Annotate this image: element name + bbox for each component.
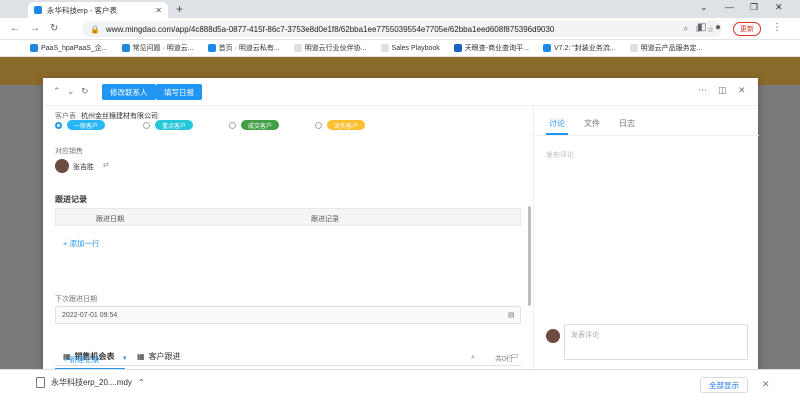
- radio-lost[interactable]: [315, 122, 322, 129]
- option-pill[interactable]: 重点客户: [155, 120, 194, 130]
- download-bar: 永华科技erp_20....mdy ⌃ 全部显示 ✕: [0, 369, 800, 400]
- tab-files[interactable]: 文件: [584, 118, 600, 129]
- edit-contact-button[interactable]: 修改联系人: [102, 84, 156, 100]
- app-favicon-icon: [34, 6, 42, 14]
- radio-closed[interactable]: [229, 122, 236, 129]
- show-all-button[interactable]: 全部显示: [700, 377, 748, 393]
- avatar: [55, 159, 69, 173]
- forward-icon[interactable]: →: [30, 23, 40, 34]
- url-text: www.mingdao.com/app/4c888d5a-0877-415f-8…: [105, 24, 555, 34]
- update-button[interactable]: 更新: [733, 22, 761, 36]
- next-followup-field[interactable]: 2022-07-01 09:54 ▤: [55, 306, 521, 324]
- comment-input[interactable]: 发表评论: [564, 324, 748, 360]
- download-filename: 永华科技erp_20....mdy: [51, 378, 132, 387]
- reload-icon[interactable]: ↻: [50, 23, 58, 34]
- close-icon[interactable]: ✕: [762, 379, 770, 390]
- tab-discussion[interactable]: 讨论: [549, 118, 565, 129]
- page-icon: [380, 44, 389, 52]
- option-pill[interactable]: 成交客户: [241, 120, 280, 130]
- followup-title: 跟进记录: [55, 195, 87, 204]
- browser-toolbar: ← → ↻ 🔒 www.mingdao.com/app/4c888d5a-087…: [0, 18, 800, 40]
- address-bar[interactable]: 🔒 www.mingdao.com/app/4c888d5a-0877-415f…: [82, 21, 722, 37]
- bookmark-item[interactable]: 明道云产品服务定...: [629, 43, 702, 53]
- date-value: 2022-07-01 09:54: [62, 312, 118, 319]
- maximize-icon[interactable]: ❐: [750, 2, 758, 13]
- tab-customer-followup[interactable]: ▦ 客户跟进: [137, 351, 181, 362]
- bookmark-item[interactable]: 首页 · 明道云私有...: [207, 43, 280, 53]
- close-icon[interactable]: ✕: [738, 85, 746, 96]
- post-comment-hint: 发布评论: [546, 152, 574, 159]
- window-close-icon[interactable]: ✕: [775, 2, 783, 13]
- dropdown-icon[interactable]: ▾: [123, 354, 127, 362]
- refresh-icon[interactable]: ↻: [81, 86, 89, 97]
- avatar: [546, 329, 560, 343]
- bookmark-icon: [30, 44, 38, 52]
- bookmarks-bar: PaaS_hpaPaaS_企... 常见问题 · 明道云... 首页 · 明道云…: [0, 40, 800, 57]
- browser-tab-title: 永华科技erp - 客户表: [47, 5, 118, 15]
- star-icon[interactable]: ☆: [707, 25, 714, 34]
- search-icon[interactable]: ⌕: [684, 24, 688, 34]
- scrollbar[interactable]: [528, 206, 531, 306]
- option-pill[interactable]: 流失客户: [327, 120, 366, 130]
- dialog-toolbar: ⌃ ⌄ ↻ 修改联系人 填写日报 ⋯ ◫ ✕: [43, 78, 758, 106]
- profile-icon[interactable]: ●: [715, 22, 721, 33]
- radio-key[interactable]: [143, 122, 150, 129]
- followup-table-header: 跟进日期 跟进记录: [55, 208, 521, 226]
- bookmark-item[interactable]: V7.2: "封装业务流...: [542, 43, 616, 53]
- minimize-icon[interactable]: —: [725, 2, 734, 12]
- menu-icon[interactable]: ⋮: [772, 22, 782, 33]
- table-icon: ▦: [137, 352, 145, 361]
- browser-tab[interactable]: 永华科技erp - 客户表 ✕: [28, 2, 168, 18]
- tab-log[interactable]: 日志: [619, 118, 635, 129]
- bookmark-item[interactable]: Sales Playbook: [380, 44, 440, 52]
- next-followup-label: 下次跟进日期: [55, 296, 97, 303]
- write-log-button[interactable]: 填写日报: [156, 84, 202, 100]
- add-row-button[interactable]: + 添加一行: [63, 238, 99, 249]
- option-pill[interactable]: 一般客户: [67, 120, 106, 130]
- new-record-button[interactable]: + 新建记录: [63, 354, 99, 365]
- lock-icon[interactable]: 🔒: [90, 25, 100, 34]
- bookmark-icon: [453, 44, 462, 52]
- discussion-panel: 讨论 文件 日志 发布评论 发表评论: [533, 106, 759, 369]
- divider: [534, 135, 759, 136]
- panel-toggle-icon[interactable]: ◫: [718, 85, 727, 96]
- bookmark-item[interactable]: 天眼查-商业查询平...: [453, 43, 529, 53]
- more-icon[interactable]: ⋯: [698, 85, 707, 96]
- comment-placeholder: 发表评论: [571, 332, 599, 339]
- bookmark-icon: [542, 44, 551, 52]
- page-icon: [629, 44, 638, 52]
- bookmark-item[interactable]: 明道云行业伙伴协...: [293, 43, 367, 53]
- search-icon[interactable]: ⌕: [471, 354, 475, 362]
- bookmark-item[interactable]: 常见问题 · 明道云...: [121, 43, 194, 53]
- record-dialog: ⌃ ⌄ ↻ 修改联系人 填写日报 ⋯ ◫ ✕ 客户表 杭州金丝猴建材有限公司 一…: [43, 78, 759, 369]
- download-item[interactable]: 永华科技erp_20....mdy ⌃: [36, 377, 145, 388]
- bookmark-icon: [121, 44, 130, 52]
- sales-label: 对应销售: [55, 148, 83, 155]
- tab-search-icon[interactable]: ⌄: [700, 2, 708, 13]
- radio-general[interactable]: [55, 122, 62, 129]
- bookmark-icon: [207, 44, 216, 52]
- bookmark-item[interactable]: PaaS_hpaPaaS_企...: [30, 43, 108, 53]
- chevron-up-icon[interactable]: ⌃: [138, 378, 145, 387]
- calendar-icon[interactable]: ▤: [508, 311, 515, 319]
- sales-person[interactable]: 张吉胜: [73, 162, 94, 172]
- file-icon: [36, 377, 45, 388]
- record-form: 客户表 杭州金丝猴建材有限公司 一般客户 重点客户 成交客户 流失客户 对应销售…: [43, 106, 531, 369]
- total-count: 共0行: [495, 356, 513, 363]
- column-header: 跟进记录: [311, 216, 339, 223]
- browser-tab-strip: 永华科技erp - 客户表 ✕ + ⌄ — ❐ ✕: [0, 0, 800, 18]
- chevron-down-icon[interactable]: ⌄: [67, 86, 75, 97]
- close-icon[interactable]: ✕: [155, 6, 162, 15]
- page-icon: [293, 44, 302, 52]
- swap-icon[interactable]: ⇄: [103, 161, 109, 169]
- new-tab-icon[interactable]: +: [176, 2, 183, 16]
- back-icon[interactable]: ←: [10, 23, 20, 34]
- chevron-up-icon[interactable]: ⌃: [53, 86, 61, 97]
- column-header: 跟进日期: [96, 216, 124, 223]
- sidebar-icon[interactable]: ◧: [697, 22, 706, 33]
